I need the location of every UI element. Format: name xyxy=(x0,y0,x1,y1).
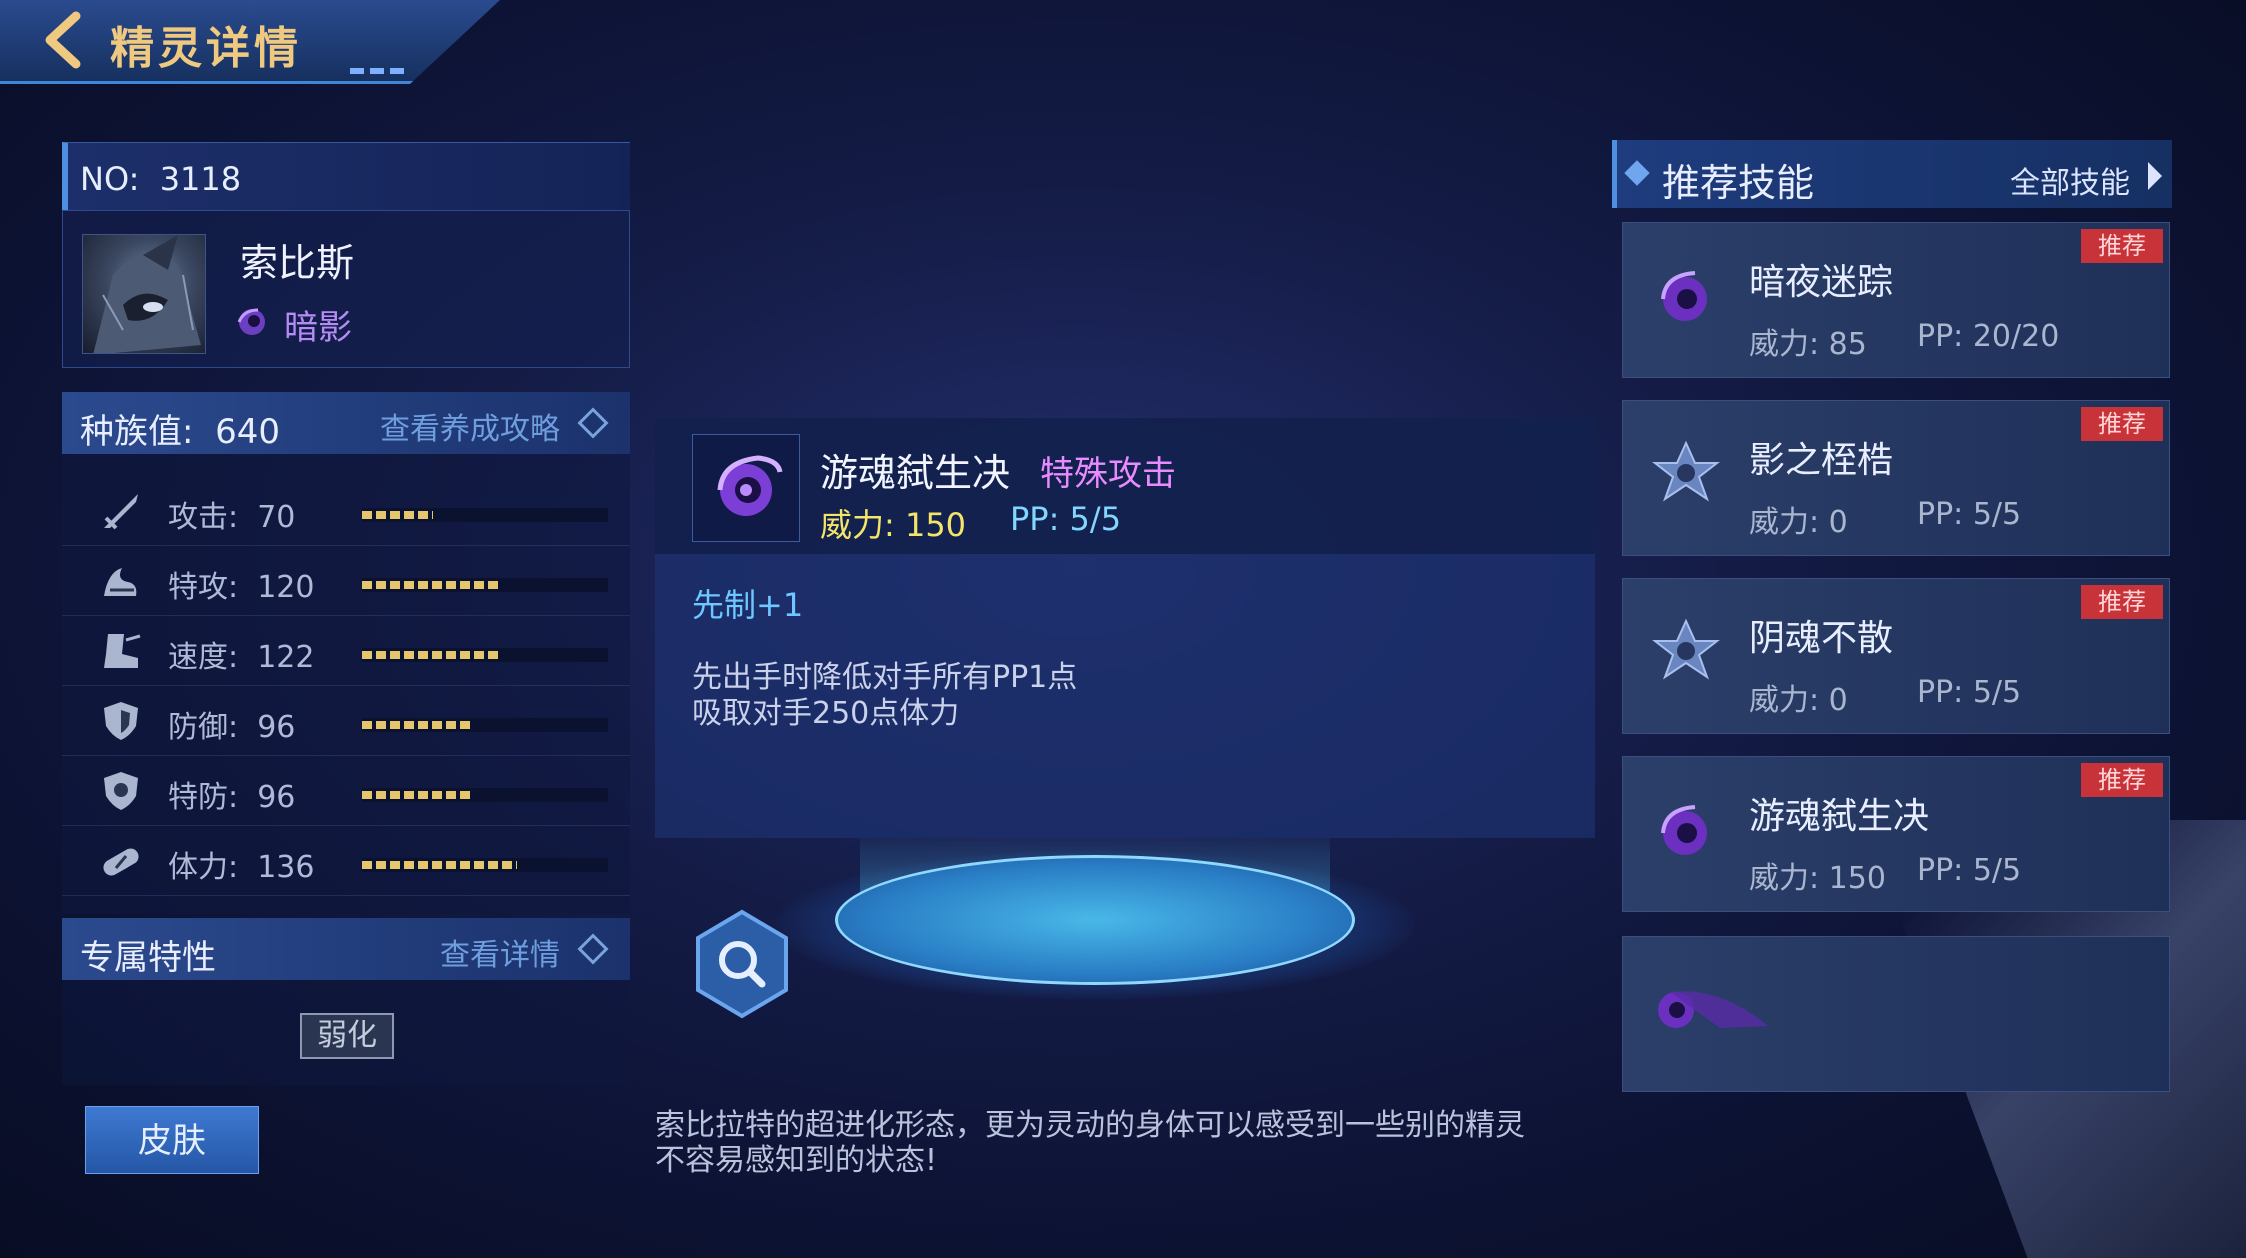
training-guide-link[interactable]: 查看养成攻略 xyxy=(380,404,560,448)
search-icon[interactable] xyxy=(692,908,792,1020)
skill-card-name: 游魂弑生决 xyxy=(1749,796,1930,837)
skill-type: 特殊攻击 xyxy=(1040,454,1176,494)
skill-pp: PP: 5/5 xyxy=(1010,500,1122,538)
stat-bar xyxy=(362,718,608,732)
shield-icon xyxy=(98,700,144,742)
skill-priority: 先制+1 xyxy=(692,586,804,624)
stat-bar-fill xyxy=(362,791,473,799)
skill-card[interactable]: 游魂弑生决 威力: 150 PP: 5/5 推荐 xyxy=(1622,756,2170,912)
skin-button[interactable]: 皮肤 xyxy=(85,1106,259,1174)
skill-card-pp: PP: 5/5 xyxy=(1917,675,2022,710)
skill-name: 游魂弑生决 xyxy=(820,451,1011,495)
recommend-tag: 推荐 xyxy=(2081,407,2163,441)
page-title: 精灵详情 xyxy=(110,23,302,74)
stat-bar-fill xyxy=(362,651,503,659)
attribute-name: 暗影 xyxy=(284,308,352,348)
creature-number: NO: 3118 xyxy=(80,160,242,198)
skill-power: 威力: 150 xyxy=(820,506,967,544)
stat-bar-fill xyxy=(362,721,473,729)
recommended-skills-title: 推荐技能 xyxy=(1662,161,1815,205)
skill-description: 吸取对手250点体力 xyxy=(692,696,960,731)
recommend-tag: 推荐 xyxy=(2081,229,2163,263)
creature-bio: 不容易感知到的状态! xyxy=(655,1143,938,1178)
stat-row-health: 体力: 136 xyxy=(62,826,630,896)
special-defense-icon xyxy=(98,770,144,812)
shadow-attribute-icon xyxy=(237,308,265,335)
title-decoration xyxy=(350,68,405,74)
stat-bar xyxy=(362,648,608,662)
stat-row-attack: 攻击: 70 xyxy=(62,476,630,546)
stat-row-speed: 速度: 122 xyxy=(62,616,630,686)
shadow-swirl-icon xyxy=(1661,271,1707,321)
skill-card[interactable]: 影之桎梏 威力: 0 PP: 5/5 推荐 xyxy=(1622,400,2170,556)
skill-card-power: 威力: 0 xyxy=(1749,505,1848,540)
stat-row-special-defense: 特防: 96 xyxy=(62,756,630,826)
sword-icon xyxy=(98,490,144,532)
stat-label: 防御: 96 xyxy=(168,710,296,745)
boot-icon xyxy=(98,630,144,672)
skill-card-pp: PP: 5/5 xyxy=(1917,497,2022,532)
shadow-swirl-icon xyxy=(717,455,783,516)
stat-bar-fill xyxy=(362,861,517,869)
trait-label: 专属特性 xyxy=(80,938,216,978)
back-arrow-icon[interactable] xyxy=(40,10,84,70)
creature-avatar xyxy=(82,234,206,354)
display-platform xyxy=(835,855,1355,985)
all-skills-link[interactable]: 全部技能 xyxy=(2010,158,2130,202)
skill-card-name: 阴魂不散 xyxy=(1749,618,1894,659)
special-attack-icon xyxy=(98,560,144,602)
skill-card-pp: PP: 20/20 xyxy=(1917,319,2060,354)
stat-label: 攻击: 70 xyxy=(168,500,296,535)
recommend-tag: 推荐 xyxy=(2081,585,2163,619)
shadow-swirl-icon xyxy=(1661,805,1707,855)
stat-row-special-attack: 特攻: 120 xyxy=(62,546,630,616)
recommend-tag: 推荐 xyxy=(2081,763,2163,797)
skill-card-pp: PP: 5/5 xyxy=(1917,853,2022,888)
skill-card-power: 威力: 85 xyxy=(1749,327,1867,362)
stat-label: 体力: 136 xyxy=(168,850,315,885)
trait-badge[interactable]: 弱化 xyxy=(300,1013,394,1059)
skill-card-power: 威力: 150 xyxy=(1749,861,1886,896)
star-emblem-icon xyxy=(1652,440,1720,502)
trait-details-link[interactable]: 查看详情 xyxy=(440,930,560,974)
skill-card-name: 影之桎梏 xyxy=(1749,440,1894,481)
skill-card-name: 暗夜迷踪 xyxy=(1749,262,1894,303)
stat-bar xyxy=(362,858,608,872)
stat-bar-fill xyxy=(362,581,500,589)
chevron-right-icon[interactable] xyxy=(2148,162,2162,190)
stat-label: 特防: 96 xyxy=(168,780,296,815)
skill-card-power: 威力: 0 xyxy=(1749,683,1848,718)
stat-label: 速度: 122 xyxy=(168,640,315,675)
stat-bar xyxy=(362,508,608,522)
creature-name: 索比斯 xyxy=(240,241,355,285)
race-value: 种族值: 640 xyxy=(80,412,280,452)
stat-bar xyxy=(362,578,608,592)
skill-card[interactable]: 阴魂不散 威力: 0 PP: 5/5 推荐 xyxy=(1622,578,2170,734)
health-icon xyxy=(98,840,144,882)
star-emblem-icon xyxy=(1652,618,1720,680)
stat-label: 特攻: 120 xyxy=(168,570,315,605)
skill-card[interactable]: 暗夜迷踪 威力: 85 PP: 20/20 推荐 xyxy=(1622,222,2170,378)
stat-bar xyxy=(362,788,608,802)
stat-row-defense: 防御: 96 xyxy=(62,686,630,756)
shadow-swirl-icon xyxy=(1658,991,1768,1028)
stat-bar-fill xyxy=(362,511,434,519)
